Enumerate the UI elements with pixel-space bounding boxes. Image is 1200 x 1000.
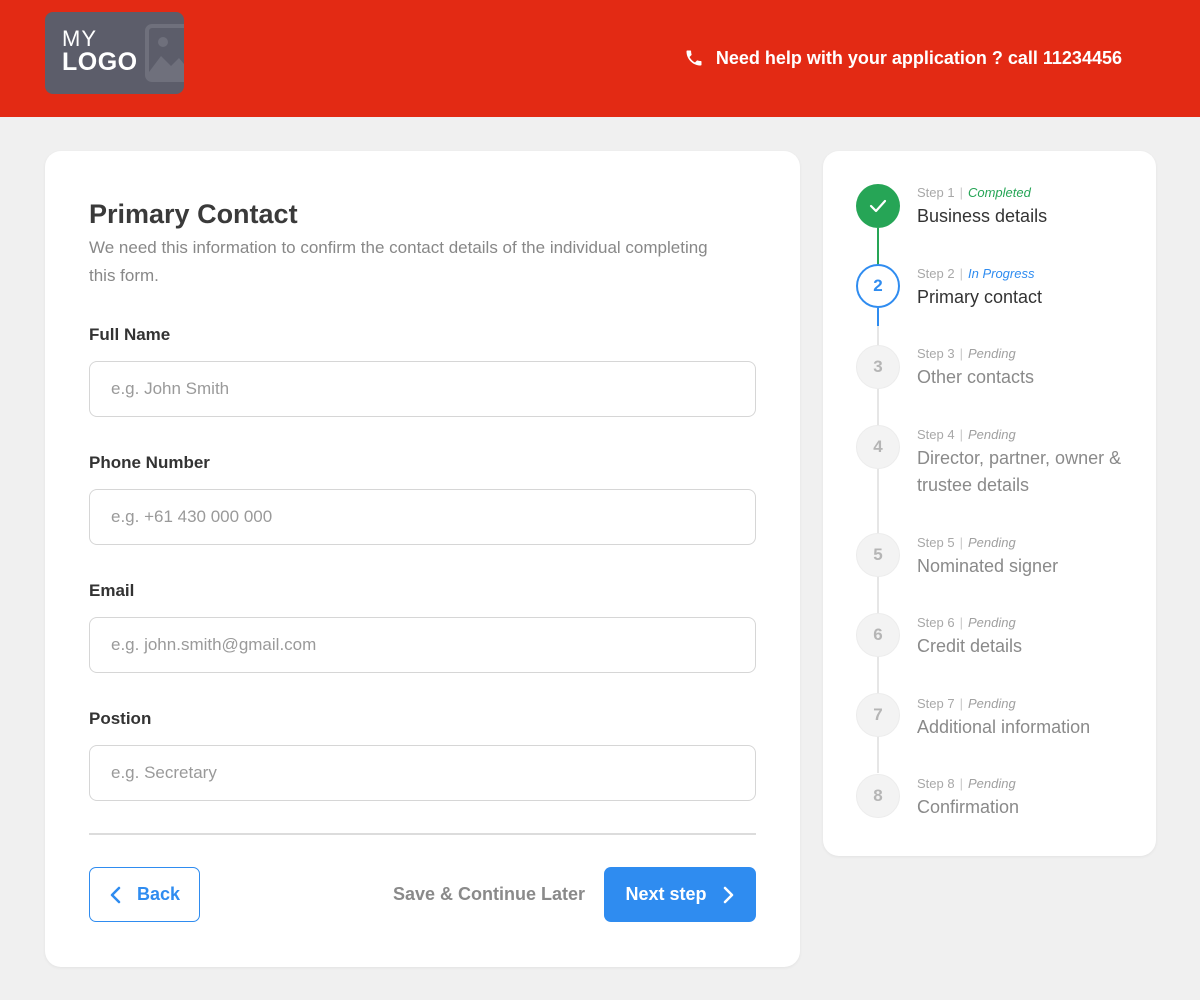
step-status: Pending [967, 696, 1016, 711]
position-input[interactable] [89, 745, 756, 801]
step-status: Pending [967, 346, 1016, 361]
phone-number-input[interactable] [89, 489, 756, 545]
logo[interactable]: MY LOGO [45, 12, 184, 94]
next-step-button[interactable]: Next step [604, 867, 756, 922]
step-2-circle[interactable]: 2 [856, 264, 900, 308]
step-3-name[interactable]: Other contacts [917, 364, 1132, 391]
chevron-left-icon [110, 886, 121, 903]
step-status: Pending [967, 535, 1016, 550]
step-8-circle[interactable]: 8 [856, 774, 900, 818]
page-title: Primary Contact [89, 199, 298, 229]
phone-icon [686, 50, 702, 66]
step-1-circle[interactable] [856, 184, 900, 228]
position-label: Postion [89, 709, 152, 728]
step-separator: | [959, 346, 963, 361]
step-2-meta: Step 2 | In Progress [917, 266, 1034, 281]
step-5-circle[interactable]: 5 [856, 533, 900, 577]
step-7-meta: Step 7 | Pending [917, 696, 1016, 711]
email-input[interactable] [89, 617, 756, 673]
step-connector [877, 577, 879, 613]
step-4-circle[interactable]: 4 [856, 425, 900, 469]
step-6-name[interactable]: Credit details [917, 633, 1132, 660]
form-description: We need this information to confirm the … [89, 238, 708, 285]
step-3-circle[interactable]: 3 [856, 345, 900, 389]
full-name-label: Full Name [89, 325, 171, 344]
step-label: Step 7 [917, 696, 955, 711]
save-continue-later-link[interactable]: Save & Continue Later [393, 884, 585, 905]
step-separator: | [959, 427, 963, 442]
next-step-button-label: Next step [625, 884, 707, 904]
step-separator: | [959, 615, 963, 630]
steps-progress-card: Step 1 | Completed Business details 2 Step… [823, 151, 1156, 856]
step-label: Step 4 [917, 427, 955, 442]
step-1-meta: Step 1 | Completed [917, 185, 1031, 200]
step-2-name[interactable]: Primary contact [917, 284, 1132, 311]
step-label: Step 6 [917, 615, 955, 630]
step-7-name[interactable]: Additional information [917, 714, 1132, 741]
step-5-name[interactable]: Nominated signer [917, 553, 1132, 580]
step-4-name[interactable]: Director, partner, owner & trustee detai… [917, 445, 1132, 499]
form-card: Primary Contact We need this information… [45, 151, 800, 967]
step-status: Pending [967, 427, 1016, 442]
phone-number-label: Phone Number [89, 453, 210, 472]
step-connector [877, 469, 879, 533]
step-4-meta: Step 4 | Pending [917, 427, 1016, 442]
form-divider [89, 833, 756, 835]
step-separator: | [959, 696, 963, 711]
step-5-meta: Step 5 | Pending [917, 535, 1016, 550]
step-connector [877, 389, 879, 425]
back-button-label: Back [136, 884, 181, 904]
step-1-name[interactable]: Business details [917, 203, 1132, 230]
step-status: In Progress [967, 266, 1035, 281]
help-line: Need help with your application ? call 1… [684, 46, 1122, 70]
step-status: Completed [967, 185, 1031, 200]
step-label: Step 5 [917, 535, 955, 550]
step-status: Pending [967, 776, 1016, 791]
step-separator: | [959, 185, 963, 200]
step-label: Step 3 [917, 346, 955, 361]
step-connector [877, 737, 879, 773]
step-8-meta: Step 8 | Pending [917, 776, 1016, 791]
email-label: Email [89, 581, 135, 600]
step-8-name[interactable]: Confirmation [917, 794, 1132, 821]
step-connector [877, 228, 879, 266]
back-button[interactable]: Back [89, 867, 200, 922]
app-header: MY LOGO Need help with your application … [0, 0, 1200, 117]
step-status: Pending [967, 615, 1016, 630]
step-6-circle[interactable]: 6 [856, 613, 900, 657]
step-3-meta: Step 3 | Pending [917, 346, 1016, 361]
step-separator: | [959, 776, 963, 791]
step-connector [877, 657, 879, 693]
logo-text-bottom: LOGO [62, 48, 138, 76]
step-separator: | [959, 535, 963, 550]
chevron-right-icon [723, 886, 733, 903]
step-label: Step 1 [917, 185, 955, 200]
step-label: Step 8 [917, 776, 955, 791]
step-label: Step 2 [917, 266, 955, 281]
step-7-circle[interactable]: 7 [856, 693, 900, 737]
check-icon [869, 199, 887, 213]
step-6-meta: Step 6 | Pending [917, 615, 1016, 630]
help-text: Need help with your application ? call 1… [715, 47, 1122, 68]
step-connector [877, 308, 879, 326]
full-name-input[interactable] [89, 361, 756, 417]
image-placeholder-icon [145, 24, 184, 82]
step-separator: | [959, 266, 963, 281]
